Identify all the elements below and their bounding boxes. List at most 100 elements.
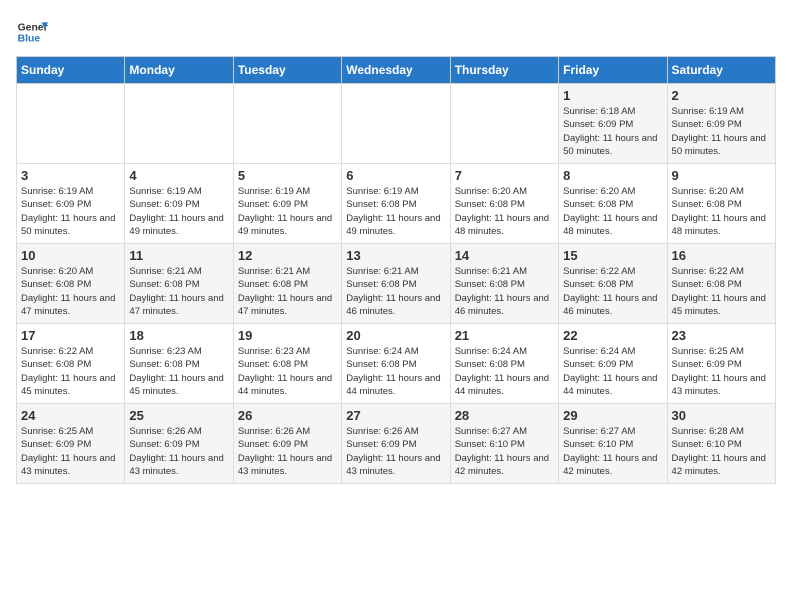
calendar-cell: 19 Sunrise: 6:23 AM Sunset: 6:08 PM Dayli… <box>233 324 341 404</box>
cell-content: Sunrise: 6:19 AM Sunset: 6:09 PM Dayligh… <box>672 105 771 158</box>
calendar-cell: 26 Sunrise: 6:26 AM Sunset: 6:09 PM Dayli… <box>233 404 341 484</box>
cell-content: Sunrise: 6:22 AM Sunset: 6:08 PM Dayligh… <box>563 265 662 318</box>
calendar-cell: 12 Sunrise: 6:21 AM Sunset: 6:08 PM Dayli… <box>233 244 341 324</box>
calendar-cell: 29 Sunrise: 6:27 AM Sunset: 6:10 PM Dayli… <box>559 404 667 484</box>
day-number: 29 <box>563 408 662 423</box>
cell-content: Sunrise: 6:21 AM Sunset: 6:08 PM Dayligh… <box>455 265 554 318</box>
calendar-cell: 20 Sunrise: 6:24 AM Sunset: 6:08 PM Dayli… <box>342 324 450 404</box>
cell-content: Sunrise: 6:24 AM Sunset: 6:08 PM Dayligh… <box>455 345 554 398</box>
calendar-cell: 13 Sunrise: 6:21 AM Sunset: 6:08 PM Dayli… <box>342 244 450 324</box>
week-row: 1 Sunrise: 6:18 AM Sunset: 6:09 PM Daylig… <box>17 84 776 164</box>
calendar-cell: 11 Sunrise: 6:21 AM Sunset: 6:08 PM Dayli… <box>125 244 233 324</box>
calendar-cell: 9Sunrise: 6:20 AM Sunset: 6:08 PM Daylig… <box>667 164 775 244</box>
calendar-cell <box>450 84 558 164</box>
cell-content: Sunrise: 6:23 AM Sunset: 6:08 PM Dayligh… <box>238 345 337 398</box>
week-row: 10Sunrise: 6:20 AM Sunset: 6:08 PM Dayli… <box>17 244 776 324</box>
header-row: SundayMondayTuesdayWednesdayThursdayFrid… <box>17 57 776 84</box>
day-number: 21 <box>455 328 554 343</box>
day-number: 1 <box>563 88 662 103</box>
calendar-cell: 30 Sunrise: 6:28 AM Sunset: 6:10 PM Dayli… <box>667 404 775 484</box>
day-number: 27 <box>346 408 445 423</box>
calendar-cell: 14Sunrise: 6:21 AM Sunset: 6:08 PM Dayli… <box>450 244 558 324</box>
cell-content: Sunrise: 6:25 AM Sunset: 6:09 PM Dayligh… <box>21 425 120 478</box>
day-number: 22 <box>563 328 662 343</box>
day-number: 13 <box>346 248 445 263</box>
day-number: 2 <box>672 88 771 103</box>
day-number: 20 <box>346 328 445 343</box>
day-number: 4 <box>129 168 228 183</box>
cell-content: Sunrise: 6:25 AM Sunset: 6:09 PM Dayligh… <box>672 345 771 398</box>
cell-content: Sunrise: 6:22 AM Sunset: 6:08 PM Dayligh… <box>21 345 120 398</box>
cell-content: Sunrise: 6:19 AM Sunset: 6:09 PM Dayligh… <box>129 185 228 238</box>
cell-content: Sunrise: 6:21 AM Sunset: 6:08 PM Dayligh… <box>238 265 337 318</box>
day-number: 15 <box>563 248 662 263</box>
day-header-sunday: Sunday <box>17 57 125 84</box>
calendar-cell: 5 Sunrise: 6:19 AM Sunset: 6:09 PM Daylig… <box>233 164 341 244</box>
day-number: 17 <box>21 328 120 343</box>
day-number: 18 <box>129 328 228 343</box>
calendar-cell: 2 Sunrise: 6:19 AM Sunset: 6:09 PM Daylig… <box>667 84 775 164</box>
calendar-cell: 24Sunrise: 6:25 AM Sunset: 6:09 PM Dayli… <box>17 404 125 484</box>
day-number: 23 <box>672 328 771 343</box>
calendar-cell: 6 Sunrise: 6:19 AM Sunset: 6:08 PM Daylig… <box>342 164 450 244</box>
day-number: 5 <box>238 168 337 183</box>
page-header: General Blue <box>16 16 776 48</box>
calendar-cell: 18 Sunrise: 6:23 AM Sunset: 6:08 PM Dayli… <box>125 324 233 404</box>
logo-icon: General Blue <box>16 16 48 48</box>
day-header-tuesday: Tuesday <box>233 57 341 84</box>
cell-content: Sunrise: 6:19 AM Sunset: 6:08 PM Dayligh… <box>346 185 445 238</box>
calendar-cell: 7 Sunrise: 6:20 AM Sunset: 6:08 PM Daylig… <box>450 164 558 244</box>
week-row: 17 Sunrise: 6:22 AM Sunset: 6:08 PM Dayli… <box>17 324 776 404</box>
cell-content: Sunrise: 6:21 AM Sunset: 6:08 PM Dayligh… <box>346 265 445 318</box>
cell-content: Sunrise: 6:20 AM Sunset: 6:08 PM Dayligh… <box>455 185 554 238</box>
calendar-cell: 23 Sunrise: 6:25 AM Sunset: 6:09 PM Dayli… <box>667 324 775 404</box>
cell-content: Sunrise: 6:26 AM Sunset: 6:09 PM Dayligh… <box>346 425 445 478</box>
day-number: 12 <box>238 248 337 263</box>
day-number: 3 <box>21 168 120 183</box>
day-number: 25 <box>129 408 228 423</box>
calendar-cell: 27 Sunrise: 6:26 AM Sunset: 6:09 PM Dayli… <box>342 404 450 484</box>
svg-text:Blue: Blue <box>18 34 41 45</box>
calendar-cell: 22Sunrise: 6:24 AM Sunset: 6:09 PM Dayli… <box>559 324 667 404</box>
cell-content: Sunrise: 6:23 AM Sunset: 6:08 PM Dayligh… <box>129 345 228 398</box>
calendar-cell: 1 Sunrise: 6:18 AM Sunset: 6:09 PM Daylig… <box>559 84 667 164</box>
cell-content: Sunrise: 6:24 AM Sunset: 6:08 PM Dayligh… <box>346 345 445 398</box>
cell-content: Sunrise: 6:18 AM Sunset: 6:09 PM Dayligh… <box>563 105 662 158</box>
week-row: 3 Sunrise: 6:19 AM Sunset: 6:09 PM Daylig… <box>17 164 776 244</box>
day-number: 16 <box>672 248 771 263</box>
calendar-cell: 3 Sunrise: 6:19 AM Sunset: 6:09 PM Daylig… <box>17 164 125 244</box>
calendar-cell: 25Sunrise: 6:26 AM Sunset: 6:09 PM Dayli… <box>125 404 233 484</box>
calendar-cell: 28 Sunrise: 6:27 AM Sunset: 6:10 PM Dayli… <box>450 404 558 484</box>
cell-content: Sunrise: 6:27 AM Sunset: 6:10 PM Dayligh… <box>563 425 662 478</box>
cell-content: Sunrise: 6:22 AM Sunset: 6:08 PM Dayligh… <box>672 265 771 318</box>
cell-content: Sunrise: 6:19 AM Sunset: 6:09 PM Dayligh… <box>238 185 337 238</box>
calendar-cell: 21 Sunrise: 6:24 AM Sunset: 6:08 PM Dayli… <box>450 324 558 404</box>
day-header-thursday: Thursday <box>450 57 558 84</box>
cell-content: Sunrise: 6:21 AM Sunset: 6:08 PM Dayligh… <box>129 265 228 318</box>
day-number: 28 <box>455 408 554 423</box>
day-number: 7 <box>455 168 554 183</box>
calendar-cell <box>17 84 125 164</box>
day-number: 30 <box>672 408 771 423</box>
calendar-cell <box>342 84 450 164</box>
calendar-cell: 10Sunrise: 6:20 AM Sunset: 6:08 PM Dayli… <box>17 244 125 324</box>
cell-content: Sunrise: 6:26 AM Sunset: 6:09 PM Dayligh… <box>238 425 337 478</box>
calendar-header: SundayMondayTuesdayWednesdayThursdayFrid… <box>17 57 776 84</box>
calendar-cell: 17 Sunrise: 6:22 AM Sunset: 6:08 PM Dayli… <box>17 324 125 404</box>
cell-content: Sunrise: 6:20 AM Sunset: 6:08 PM Dayligh… <box>21 265 120 318</box>
calendar-table: SundayMondayTuesdayWednesdayThursdayFrid… <box>16 56 776 484</box>
day-number: 19 <box>238 328 337 343</box>
day-header-saturday: Saturday <box>667 57 775 84</box>
calendar-cell: 8Sunrise: 6:20 AM Sunset: 6:08 PM Daylig… <box>559 164 667 244</box>
cell-content: Sunrise: 6:20 AM Sunset: 6:08 PM Dayligh… <box>563 185 662 238</box>
cell-content: Sunrise: 6:27 AM Sunset: 6:10 PM Dayligh… <box>455 425 554 478</box>
week-row: 24Sunrise: 6:25 AM Sunset: 6:09 PM Dayli… <box>17 404 776 484</box>
day-number: 26 <box>238 408 337 423</box>
calendar-body: 1 Sunrise: 6:18 AM Sunset: 6:09 PM Daylig… <box>17 84 776 484</box>
cell-content: Sunrise: 6:19 AM Sunset: 6:09 PM Dayligh… <box>21 185 120 238</box>
calendar-cell: 4 Sunrise: 6:19 AM Sunset: 6:09 PM Daylig… <box>125 164 233 244</box>
cell-content: Sunrise: 6:28 AM Sunset: 6:10 PM Dayligh… <box>672 425 771 478</box>
calendar-cell: 16 Sunrise: 6:22 AM Sunset: 6:08 PM Dayli… <box>667 244 775 324</box>
day-number: 6 <box>346 168 445 183</box>
day-number: 11 <box>129 248 228 263</box>
